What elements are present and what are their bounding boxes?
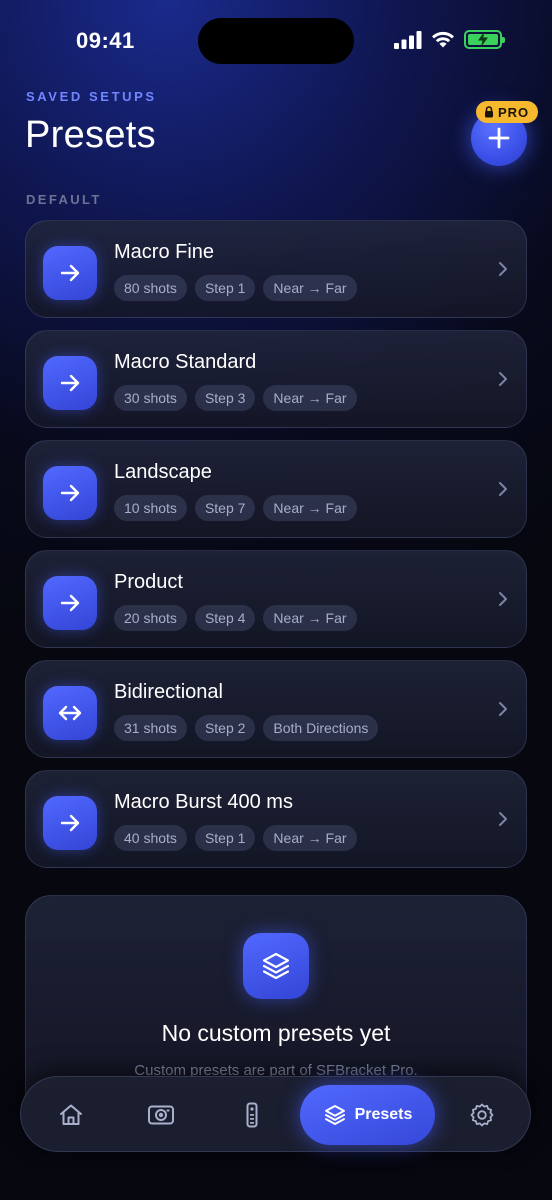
preset-name: Macro Burst 400 ms [114, 791, 293, 813]
preset-card[interactable]: Macro Burst 400 ms 40 shots Step 1 Near … [25, 770, 527, 868]
chevron-right-icon [499, 372, 507, 386]
empty-state-icon-tile [243, 933, 309, 999]
preset-card[interactable]: Bidirectional 31 shots Step 2 Both Direc… [25, 660, 527, 758]
chevron-right-icon [499, 262, 507, 276]
page-eyebrow: SAVED SETUPS [26, 89, 157, 104]
preset-chips: 20 shots Step 4 Near → Far [114, 605, 357, 631]
preset-chips: 30 shots Step 3 Near → Far [114, 385, 357, 411]
layers-icon [324, 1105, 345, 1125]
preset-chips: 80 shots Step 1 Near → Far [114, 275, 357, 301]
gear-icon [470, 1103, 494, 1127]
battery-icon [464, 30, 505, 49]
plus-icon [488, 127, 510, 149]
page-title: Presets [25, 114, 156, 156]
step-chip: Step 3 [194, 385, 256, 411]
dynamic-island [198, 18, 354, 64]
lock-icon [485, 106, 493, 118]
arrow-right-icon [60, 264, 80, 282]
preset-name: Macro Fine [114, 241, 215, 263]
shots-chip: 10 shots [114, 495, 187, 521]
preset-icon-tile [43, 686, 97, 740]
direction-chip: Near → Far [263, 385, 357, 411]
home-icon [60, 1104, 82, 1125]
shots-chip: 80 shots [114, 275, 187, 301]
status-bar: 09:41 [0, 0, 552, 84]
tab-presets[interactable]: Presets [300, 1085, 435, 1145]
section-label-default: DEFAULT [26, 192, 102, 207]
layers-icon [262, 952, 290, 980]
preset-name: Landscape [114, 461, 212, 483]
empty-state-title: No custom presets yet [161, 1020, 391, 1046]
tab-bar: Presets [20, 1076, 531, 1152]
signal-icon [394, 30, 422, 49]
arrow-right-icon [60, 594, 80, 612]
chevron-right-icon [499, 702, 507, 716]
wifi-icon [432, 31, 454, 48]
chevron-right-icon [499, 812, 507, 826]
preset-icon-tile [43, 466, 97, 520]
remote-icon [246, 1102, 258, 1128]
pro-badge: PRO [476, 101, 539, 123]
chevron-right-icon [499, 482, 507, 496]
step-chip: Step 4 [194, 605, 256, 631]
pro-badge-label: PRO [498, 104, 530, 120]
preset-icon-tile [43, 796, 97, 850]
direction-chip: Both Directions [263, 715, 379, 741]
preset-icon-tile [43, 356, 97, 410]
preset-card[interactable]: Landscape 10 shots Step 7 Near → Far [25, 440, 527, 538]
shots-chip: 31 shots [114, 715, 187, 741]
tab-home[interactable] [51, 1095, 91, 1135]
shots-chip: 20 shots [114, 605, 187, 631]
arrows-left-right-icon [58, 705, 82, 721]
arrow-right-icon [60, 814, 80, 832]
direction-chip: Near → Far [263, 825, 357, 851]
preset-chips: 10 shots Step 7 Near → Far [114, 495, 357, 521]
step-chip: Step 1 [194, 825, 256, 851]
chevron-right-icon [499, 592, 507, 606]
tab-camera[interactable] [141, 1095, 181, 1135]
status-time: 09:41 [76, 28, 135, 53]
preset-name: Macro Standard [114, 351, 257, 373]
preset-list: Macro Fine 80 shots Step 1 Near → Far Ma… [25, 220, 527, 880]
preset-card[interactable]: Macro Fine 80 shots Step 1 Near → Far [25, 220, 527, 318]
status-icons [394, 30, 505, 49]
step-chip: Step 7 [194, 495, 256, 521]
preset-name: Product [114, 571, 183, 593]
preset-card[interactable]: Macro Standard 30 shots Step 3 Near → Fa… [25, 330, 527, 428]
preset-chips: 40 shots Step 1 Near → Far [114, 825, 357, 851]
arrow-right-icon [60, 484, 80, 502]
direction-chip: Near → Far [263, 495, 357, 521]
shots-chip: 40 shots [114, 825, 187, 851]
preset-card[interactable]: Product 20 shots Step 4 Near → Far [25, 550, 527, 648]
tab-remote[interactable] [232, 1095, 272, 1135]
preset-icon-tile [43, 576, 97, 630]
arrow-right-icon [60, 374, 80, 392]
tab-settings[interactable] [462, 1095, 502, 1135]
direction-chip: Near → Far [263, 275, 357, 301]
direction-chip: Near → Far [263, 605, 357, 631]
step-chip: Step 1 [194, 275, 256, 301]
preset-name: Bidirectional [114, 681, 223, 703]
tab-presets-label: Presets [354, 1106, 413, 1123]
step-chip: Step 2 [194, 715, 256, 741]
camera-icon [148, 1105, 174, 1125]
preset-chips: 31 shots Step 2 Both Directions [114, 715, 379, 741]
shots-chip: 30 shots [114, 385, 187, 411]
preset-icon-tile [43, 246, 97, 300]
